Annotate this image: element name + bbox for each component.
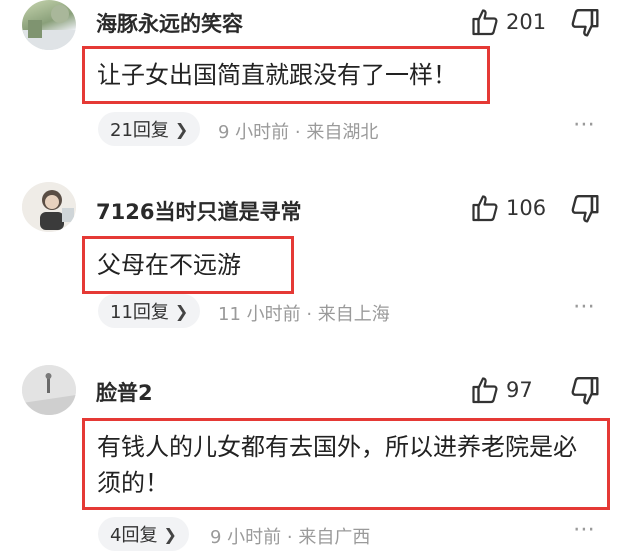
comment-text: 让子女出国简直就跟没有了一样！: [97, 61, 457, 89]
avatar[interactable]: [22, 365, 76, 415]
like-button[interactable]: 106: [472, 192, 546, 224]
replies-button[interactable]: 21回复 ❯: [98, 112, 201, 146]
thumbs-up-icon: [472, 8, 498, 36]
thumbs-up-icon: [472, 194, 498, 222]
replies-label: 21回复: [110, 120, 169, 141]
comment-item: 脸普2 97 有钱人的儿女都有去国外，所以进养老院是必须的！ 4回复 ❯ 9 小…: [0, 365, 640, 558]
avatar[interactable]: [22, 182, 76, 232]
username[interactable]: 脸普2: [96, 377, 153, 407]
comment-body: 父母在不远游: [82, 236, 294, 294]
comment-item: 海豚永远的笑容 201 让子女出国简直就跟没有了一样！ 21回复 ❯ 9 小时前…: [0, 0, 640, 180]
chevron-right-icon: ❯: [174, 301, 189, 321]
comment-meta: 9 小时前 · 来自湖北: [218, 122, 379, 143]
replies-button[interactable]: 11回复 ❯: [98, 294, 201, 328]
chevron-right-icon: ❯: [174, 119, 189, 139]
like-count: 201: [506, 10, 547, 34]
comment-item: 7126当时只道是寻常 106 父母在不远游 11回复 ❯ 11 小时前 · 来…: [0, 180, 640, 365]
replies-button[interactable]: 4回复 ❯: [98, 517, 189, 551]
comment-text: 有钱人的儿女都有去国外，所以进养老院是必须的！: [97, 433, 577, 497]
comment-meta: 11 小时前 · 来自上海: [218, 304, 390, 325]
more-dots-icon[interactable]: ⋯: [573, 112, 597, 137]
username[interactable]: 7126当时只道是寻常: [96, 196, 301, 226]
replies-label: 4回复: [110, 525, 158, 546]
comment-body: 有钱人的儿女都有去国外，所以进养老院是必须的！: [82, 418, 610, 510]
thumbs-down-icon[interactable]: [570, 194, 600, 224]
comment-text: 父母在不远游: [97, 251, 241, 279]
avatar[interactable]: [22, 0, 76, 50]
like-button[interactable]: 97: [472, 374, 533, 406]
username[interactable]: 海豚永远的笑容: [96, 8, 243, 38]
like-button[interactable]: 201: [472, 6, 546, 38]
replies-label: 11回复: [110, 302, 169, 323]
thumbs-down-icon[interactable]: [570, 376, 600, 406]
more-dots-icon[interactable]: ⋯: [573, 294, 597, 319]
thumbs-down-icon[interactable]: [570, 8, 600, 38]
chevron-right-icon: ❯: [163, 524, 177, 544]
like-count: 106: [506, 196, 547, 220]
comment-body: 让子女出国简直就跟没有了一样！: [82, 46, 490, 104]
like-count: 97: [506, 378, 533, 402]
comment-meta: 9 小时前 · 来自广西: [210, 527, 371, 548]
more-dots-icon[interactable]: ⋯: [573, 517, 597, 542]
thumbs-up-icon: [472, 376, 498, 404]
